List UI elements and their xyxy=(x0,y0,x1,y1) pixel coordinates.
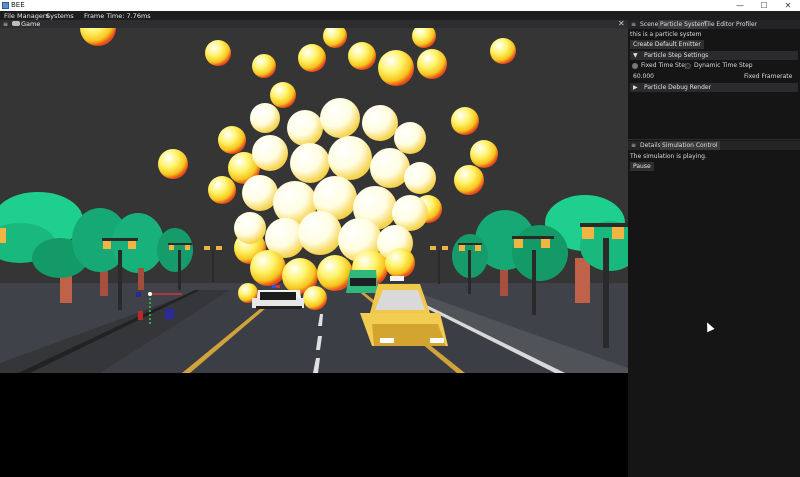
panel-menu-icon[interactable]: ≡ xyxy=(631,142,636,149)
menu-managers[interactable]: Managers xyxy=(17,12,49,20)
chevron-down-icon: ▼ xyxy=(633,52,638,59)
panel-menu-icon[interactable]: ≡ xyxy=(3,21,8,28)
window-title: BEE xyxy=(11,1,25,9)
window-title-bar: BEE — ☐ ✕ xyxy=(0,0,800,11)
game-viewport-letterbox xyxy=(0,373,628,477)
gamepad-icon xyxy=(12,21,20,26)
top-panel-tab-bar: ≡ Scene Particle System Tile Editor Prof… xyxy=(628,20,800,29)
tab-tile-editor[interactable]: Tile Editor xyxy=(702,20,736,29)
game-panel-header: ≡ Game ✕ xyxy=(0,19,628,28)
particle-debug-render-header[interactable]: ▶ Particle Debug Render xyxy=(630,83,798,92)
game-viewport[interactable] xyxy=(0,28,628,373)
app-icon xyxy=(2,2,9,9)
chevron-right-icon: ▶ xyxy=(633,84,638,91)
create-default-emitter-button[interactable]: Create Default Emitter xyxy=(630,40,704,49)
inspector-panel: ≡ Scene Particle System Tile Editor Prof… xyxy=(628,20,800,477)
menu-bar: File Managers Systems Frame Time: 7.76ms xyxy=(0,11,800,20)
fixed-framerate-label: Fixed Framerate xyxy=(744,73,793,80)
fixed-framerate-input[interactable]: 60.000 xyxy=(633,73,654,80)
particle-step-settings-header[interactable]: ▼ Particle Step Settings xyxy=(630,51,798,60)
green-car xyxy=(346,270,378,293)
minimize-button[interactable]: — xyxy=(728,0,752,11)
tab-simulation-control[interactable]: Simulation Control xyxy=(660,141,720,150)
particle-system-description: this is a particle system xyxy=(630,31,702,38)
panel-menu-icon[interactable]: ≡ xyxy=(631,21,636,28)
tab-particle-system[interactable]: Particle System xyxy=(658,20,709,29)
pause-button[interactable]: Pause xyxy=(630,162,654,171)
maximize-button[interactable]: ☐ xyxy=(752,0,776,11)
menu-systems[interactable]: Systems xyxy=(46,12,74,20)
close-window-button[interactable]: ✕ xyxy=(776,0,800,11)
frame-time-readout: Frame Time: 7.76ms xyxy=(84,12,151,20)
dynamic-time-step-label: Dynamic Time Step xyxy=(694,62,753,69)
fixed-time-step-radio[interactable] xyxy=(632,63,638,69)
tab-profiler[interactable]: Profiler xyxy=(734,20,759,29)
dynamic-time-step-radio[interactable] xyxy=(685,63,691,69)
panel-divider[interactable] xyxy=(628,139,800,140)
section-label: Particle Debug Render xyxy=(644,84,712,91)
menu-file[interactable]: File xyxy=(4,12,15,20)
close-icon[interactable]: ✕ xyxy=(618,19,625,28)
game-tab-label[interactable]: Game xyxy=(21,20,40,28)
tab-scene[interactable]: Scene xyxy=(638,20,660,29)
bottom-panel-tab-bar: ≡ Details Simulation Control xyxy=(628,141,800,150)
simulation-status: The simulation is playing. xyxy=(630,153,707,160)
fixed-time-step-label: Fixed Time Step xyxy=(641,62,689,69)
section-label: Particle Step Settings xyxy=(644,52,709,59)
